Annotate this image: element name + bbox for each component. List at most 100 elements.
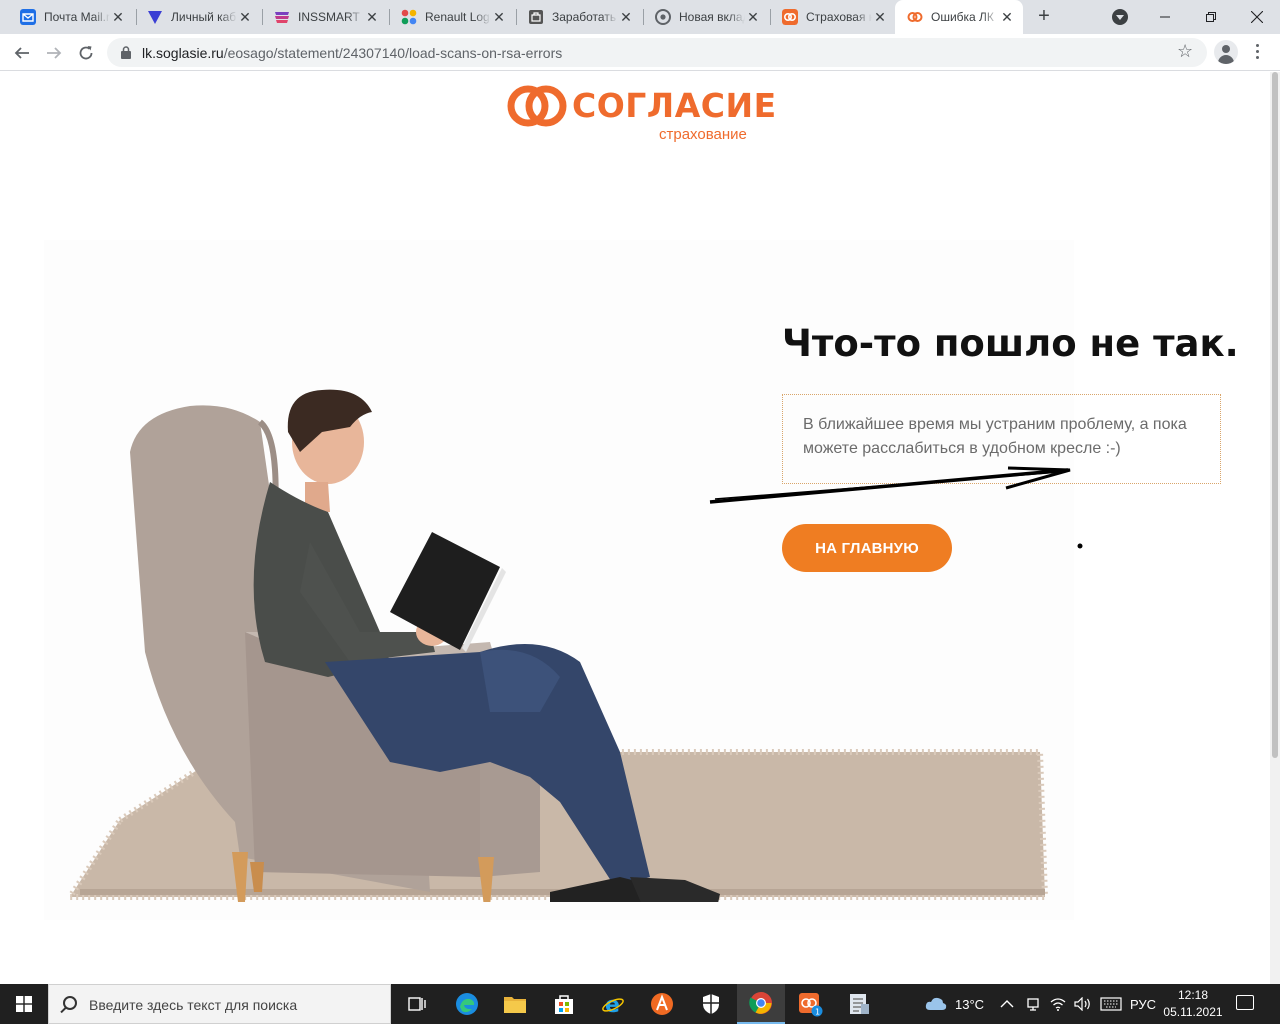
notes-app[interactable] — [835, 984, 883, 1024]
chrome-app[interactable] — [737, 984, 785, 1024]
clock-date: 05.11.2021 — [1163, 1005, 1223, 1019]
arrow-left-icon — [14, 47, 29, 59]
store-app[interactable] — [540, 984, 588, 1024]
avast-icon — [651, 993, 673, 1015]
volume-icon — [1074, 997, 1090, 1011]
tab-insurance-company[interactable]: Страховая компания ✕ — [770, 0, 896, 34]
close-icon[interactable]: ✕ — [618, 9, 634, 25]
tab-strip: Почта Mail.ru ✕ Личный кабинет ✕ INSSMAR… — [0, 0, 1280, 34]
error-title: Что-то пошло не так. — [782, 322, 1239, 365]
edge-icon — [456, 993, 478, 1015]
cloud-icon — [925, 997, 947, 1010]
notifications-icon[interactable] — [1236, 995, 1254, 1010]
taskbar-search-box[interactable]: Введите здесь текст для поиска — [48, 984, 391, 1024]
start-button[interactable] — [0, 984, 48, 1024]
profile-avatar-icon[interactable] — [1214, 40, 1238, 64]
badge-app[interactable]: 1 — [786, 984, 834, 1024]
new-tab-button[interactable]: + — [1032, 5, 1056, 29]
close-icon[interactable]: ✕ — [110, 9, 126, 25]
edge-app[interactable] — [443, 984, 491, 1024]
reload-icon — [79, 46, 93, 60]
chrome-icon — [655, 9, 671, 25]
tab-title: Ошибка ЛК — [931, 10, 994, 24]
security-app[interactable] — [687, 984, 735, 1024]
url-host: lk.soglasie.ru — [142, 45, 224, 61]
avast-app[interactable] — [638, 984, 686, 1024]
chrome-icon — [749, 992, 772, 1014]
logo-subtitle: страхование — [659, 126, 747, 143]
search-placeholder: Введите здесь текст для поиска — [89, 997, 298, 1013]
bag-icon — [529, 10, 543, 24]
minimize-button[interactable] — [1142, 0, 1188, 34]
restore-button[interactable] — [1188, 0, 1234, 34]
close-icon[interactable]: ✕ — [491, 9, 507, 25]
close-icon[interactable]: ✕ — [872, 9, 888, 25]
system-clock[interactable]: 12:18 05.11.2021 — [1158, 987, 1228, 1021]
notes-icon — [850, 994, 869, 1014]
home-button[interactable]: НА ГЛАВНУЮ — [782, 524, 952, 572]
tab-earn[interactable]: Заработать ✕ — [516, 0, 642, 34]
task-view-button[interactable] — [393, 984, 441, 1024]
folder-icon — [504, 997, 526, 1013]
store-icon — [555, 995, 573, 1014]
tab-mail[interactable]: Почта Mail.ru ✕ — [8, 0, 134, 34]
tab-title: Страховая компания — [806, 10, 872, 24]
close-icon[interactable]: ✕ — [999, 9, 1015, 25]
tab-renault[interactable]: Renault Logan ✕ — [389, 0, 515, 34]
wifi-icon — [1050, 998, 1066, 1011]
soglasie-icon — [782, 9, 798, 25]
address-bar[interactable]: lk.soglasie.ru/eosago/statement/24307140… — [107, 38, 1207, 67]
tab-title: Заработать — [552, 10, 617, 24]
chevron-up-icon — [1000, 1000, 1014, 1008]
tab-personal-account[interactable]: Личный кабинет ✕ — [135, 0, 261, 34]
browser-toolbar: lk.soglasie.ru/eosago/statement/24307140… — [0, 34, 1280, 71]
close-icon[interactable]: ✕ — [745, 9, 761, 25]
tab-title: Renault Logan — [425, 10, 491, 24]
url-text[interactable]: lk.soglasie.ru/eosago/statement/24307140… — [142, 45, 562, 61]
minimize-icon — [1160, 16, 1170, 18]
logo-rings-icon — [507, 85, 567, 127]
lock-icon[interactable] — [121, 46, 131, 59]
shield-icon — [148, 11, 162, 24]
ie-icon: e — [602, 993, 624, 1016]
star-icon[interactable]: ☆ — [1177, 41, 1193, 62]
language-indicator[interactable]: РУС — [1130, 984, 1156, 1024]
tab-title: INSSMART - — [298, 10, 364, 24]
tab-error-lk[interactable]: Ошибка ЛК ✕ — [895, 0, 1023, 34]
reload-button[interactable] — [72, 39, 100, 67]
weather-temperature: 13°C — [955, 996, 985, 1012]
scrollbar-thumb[interactable] — [1272, 72, 1278, 758]
app-badge-icon: 1 — [799, 993, 823, 1017]
task-view-icon — [408, 997, 426, 1011]
file-explorer-app[interactable] — [491, 984, 539, 1024]
close-window-button[interactable] — [1234, 0, 1280, 34]
tab-title: Почта Mail.ru — [44, 10, 110, 24]
forward-button[interactable] — [40, 39, 68, 67]
internet-explorer-app[interactable]: e — [589, 984, 637, 1024]
mail-icon — [20, 9, 36, 25]
close-icon[interactable]: ✕ — [364, 9, 380, 25]
tab-inssmart[interactable]: INSSMART - ✕ — [262, 0, 388, 34]
page-scrollbar[interactable] — [1270, 72, 1280, 984]
system-tray-icons[interactable] — [1000, 984, 1122, 1024]
close-icon[interactable]: ✕ — [237, 9, 253, 25]
error-message: В ближайшее время мы устраним проблему, … — [803, 416, 1187, 457]
url-path: /eosago/statement/24307140/load-scans-on… — [223, 45, 563, 61]
language-label: РУС — [1130, 996, 1157, 1012]
kebab-menu-icon[interactable] — [1256, 44, 1260, 60]
soglasie-icon — [907, 12, 923, 22]
inssmart-icon — [275, 12, 289, 23]
camera-icon — [1027, 998, 1039, 1011]
tab-search-icon[interactable] — [1112, 9, 1128, 25]
weather-widget[interactable]: 13°C — [925, 984, 984, 1024]
logo-wordmark: СОГЛАСИЕ — [572, 86, 777, 125]
close-icon — [1251, 11, 1263, 23]
search-icon — [63, 996, 77, 1010]
keyboard-icon — [1100, 997, 1122, 1011]
soglasie-logo[interactable]: СОГЛАСИЕ страхование — [506, 84, 776, 144]
back-button[interactable] — [8, 39, 36, 67]
tab-new-tab[interactable]: Новая вкладка ✕ — [643, 0, 769, 34]
restore-icon — [1206, 12, 1216, 22]
tab-title: Новая вкладка — [679, 10, 745, 24]
svg-text:1: 1 — [815, 1008, 820, 1017]
